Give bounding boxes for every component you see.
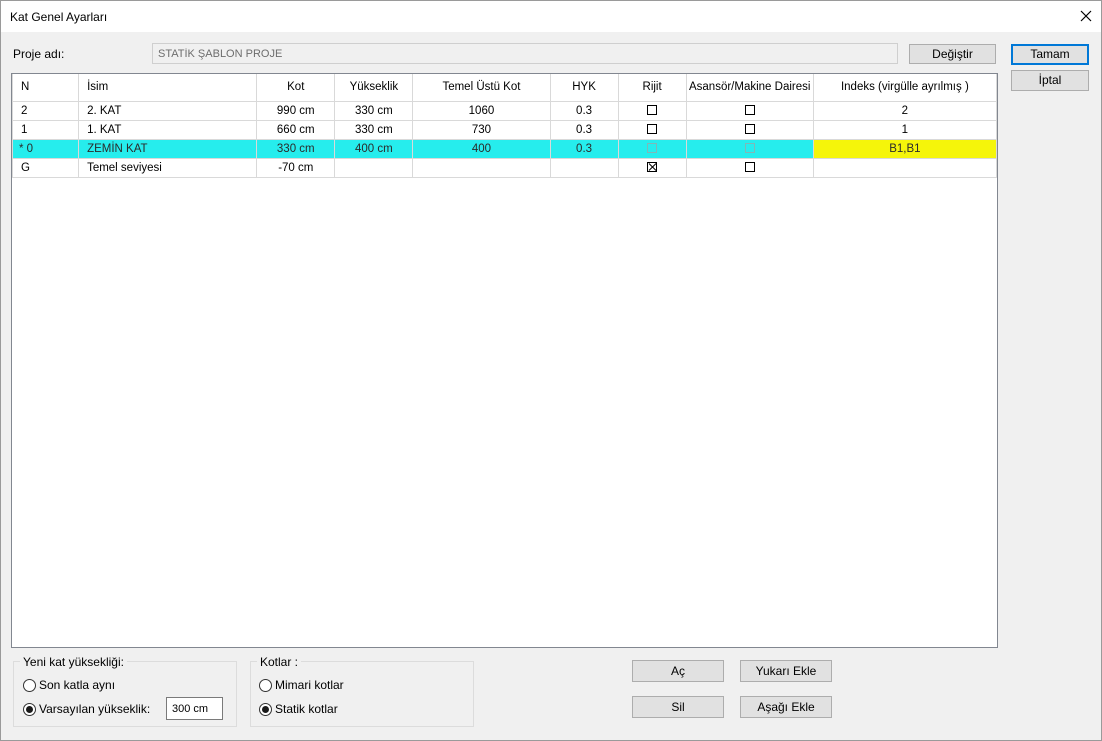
cell-hyk[interactable] xyxy=(549,157,619,178)
cell-height[interactable]: 330 cm xyxy=(334,119,414,140)
cell-elevator[interactable] xyxy=(685,100,814,121)
cell-height[interactable] xyxy=(334,157,414,178)
elevator-checkbox[interactable] xyxy=(744,143,755,154)
insert-above-button[interactable]: Yukarı Ekle xyxy=(740,660,832,682)
col-header-n[interactable]: N xyxy=(11,74,80,102)
red-underline-annotation xyxy=(865,158,945,159)
col-header-hyk[interactable]: HYK xyxy=(549,74,619,102)
cell-rigid[interactable] xyxy=(617,157,687,178)
radio-selected-icon xyxy=(259,702,272,716)
dialog-window: Kat Genel Ayarları Proje adı: Değiştir T… xyxy=(0,0,1102,741)
default-height-input[interactable] xyxy=(166,697,223,720)
cell-foundation-top[interactable]: 730 xyxy=(412,119,551,140)
cell-name[interactable]: 2. KAT xyxy=(78,100,258,121)
new-floor-height-title: Yeni kat yüksekliği: xyxy=(20,655,127,669)
cell-rigid[interactable] xyxy=(617,138,687,159)
cell-index[interactable]: 1 xyxy=(812,119,998,140)
cell-kot[interactable]: 660 cm xyxy=(256,119,336,140)
rigid-checkbox[interactable] xyxy=(647,105,658,116)
index-edit-text[interactable]: B1,B1 xyxy=(889,143,920,155)
col-header-kot[interactable]: Kot xyxy=(256,74,336,102)
cell-kot[interactable]: -70 cm xyxy=(256,157,336,178)
cell-elevator[interactable] xyxy=(685,119,814,140)
cell-hyk[interactable]: 0.3 xyxy=(549,100,619,121)
close-icon xyxy=(1080,10,1092,22)
table-row-selected[interactable]: * 0 ZEMİN KAT 330 cm 400 cm 400 0.3 B1,B… xyxy=(11,138,998,159)
cell-height[interactable]: 400 cm xyxy=(334,138,414,159)
radio-architectural-levels[interactable]: Mimari kotlar xyxy=(259,678,344,692)
radio-default-height[interactable]: Varsayılan yükseklik: xyxy=(23,702,150,716)
window-title: Kat Genel Ayarları xyxy=(10,10,108,24)
levels-group: Kotlar : xyxy=(250,655,474,727)
cell-n[interactable]: * 0 xyxy=(11,138,80,159)
cell-name[interactable]: Temel seviyesi xyxy=(78,157,258,178)
radio-selected-icon xyxy=(23,702,36,716)
change-button[interactable]: Değiştir xyxy=(909,44,996,64)
radio-architectural-levels-label: Mimari kotlar xyxy=(275,678,344,692)
col-header-name[interactable]: İsim xyxy=(78,74,258,102)
cell-index-editing[interactable]: B1,B1 xyxy=(812,138,998,159)
cell-rigid[interactable] xyxy=(617,100,687,121)
floor-table: N İsim Kot Yükseklik Temel Üstü Kot HYK … xyxy=(11,74,998,178)
radio-same-as-last-label: Son katla aynı xyxy=(39,678,116,692)
table-header-row: N İsim Kot Yükseklik Temel Üstü Kot HYK … xyxy=(11,74,998,102)
cell-index[interactable]: 2 xyxy=(812,100,998,121)
project-name-label: Proje adı: xyxy=(13,47,65,61)
cell-elevator[interactable] xyxy=(685,157,814,178)
cell-n[interactable]: 2 xyxy=(11,100,80,121)
project-name-field[interactable] xyxy=(152,43,898,64)
radio-circle-icon xyxy=(259,678,272,692)
levels-title: Kotlar : xyxy=(257,655,302,669)
delete-button[interactable]: Sil xyxy=(632,696,724,718)
title-bar: Kat Genel Ayarları xyxy=(1,1,1101,32)
radio-static-levels-label: Statik kotlar xyxy=(275,702,338,716)
col-header-elevator[interactable]: Asansör/Makine Dairesi xyxy=(685,74,814,102)
radio-same-as-last[interactable]: Son katla aynı xyxy=(23,678,115,692)
floor-grid[interactable]: N İsim Kot Yükseklik Temel Üstü Kot HYK … xyxy=(11,73,998,648)
open-button[interactable]: Aç xyxy=(632,660,724,682)
col-header-index[interactable]: Indeks (virgülle ayrılmış ) xyxy=(812,74,998,102)
ok-button[interactable]: Tamam xyxy=(1011,44,1089,65)
cell-name[interactable]: ZEMİN KAT xyxy=(78,138,258,159)
cell-name[interactable]: 1. KAT xyxy=(78,119,258,140)
rigid-checkbox[interactable] xyxy=(647,124,658,135)
rigid-checkbox[interactable] xyxy=(647,143,658,154)
elevator-checkbox[interactable] xyxy=(744,162,755,173)
rigid-checkbox-checked[interactable] xyxy=(647,162,658,173)
table-row[interactable]: G Temel seviyesi -70 cm xyxy=(11,157,998,178)
cell-index[interactable] xyxy=(812,157,998,178)
cell-n[interactable]: 1 xyxy=(11,119,80,140)
cancel-button[interactable]: İptal xyxy=(1011,70,1089,91)
cell-kot[interactable]: 990 cm xyxy=(256,100,336,121)
cell-height[interactable]: 330 cm xyxy=(334,100,414,121)
col-header-foundation-top[interactable]: Temel Üstü Kot xyxy=(412,74,551,102)
table-row[interactable]: 1 1. KAT 660 cm 330 cm 730 0.3 1 xyxy=(11,119,998,140)
cell-foundation-top[interactable]: 400 xyxy=(412,138,551,159)
cell-elevator[interactable] xyxy=(685,138,814,159)
insert-below-button[interactable]: Aşağı Ekle xyxy=(740,696,832,718)
col-header-rigid[interactable]: Rijit xyxy=(617,74,687,102)
cell-kot[interactable]: 330 cm xyxy=(256,138,336,159)
radio-circle-icon xyxy=(23,678,36,692)
cell-rigid[interactable] xyxy=(617,119,687,140)
col-header-height[interactable]: Yükseklik xyxy=(334,74,414,102)
cell-n[interactable]: G xyxy=(11,157,80,178)
radio-default-height-label: Varsayılan yükseklik: xyxy=(39,702,151,716)
cell-foundation-top[interactable]: 1060 xyxy=(412,100,551,121)
elevator-checkbox[interactable] xyxy=(744,105,755,116)
table-row[interactable]: 2 2. KAT 990 cm 330 cm 1060 0.3 2 xyxy=(11,100,998,121)
radio-static-levels[interactable]: Statik kotlar xyxy=(259,702,338,716)
close-button[interactable] xyxy=(1071,1,1101,31)
cell-foundation-top[interactable] xyxy=(412,157,551,178)
elevator-checkbox[interactable] xyxy=(744,124,755,135)
cell-hyk[interactable]: 0.3 xyxy=(549,138,619,159)
cell-hyk[interactable]: 0.3 xyxy=(549,119,619,140)
